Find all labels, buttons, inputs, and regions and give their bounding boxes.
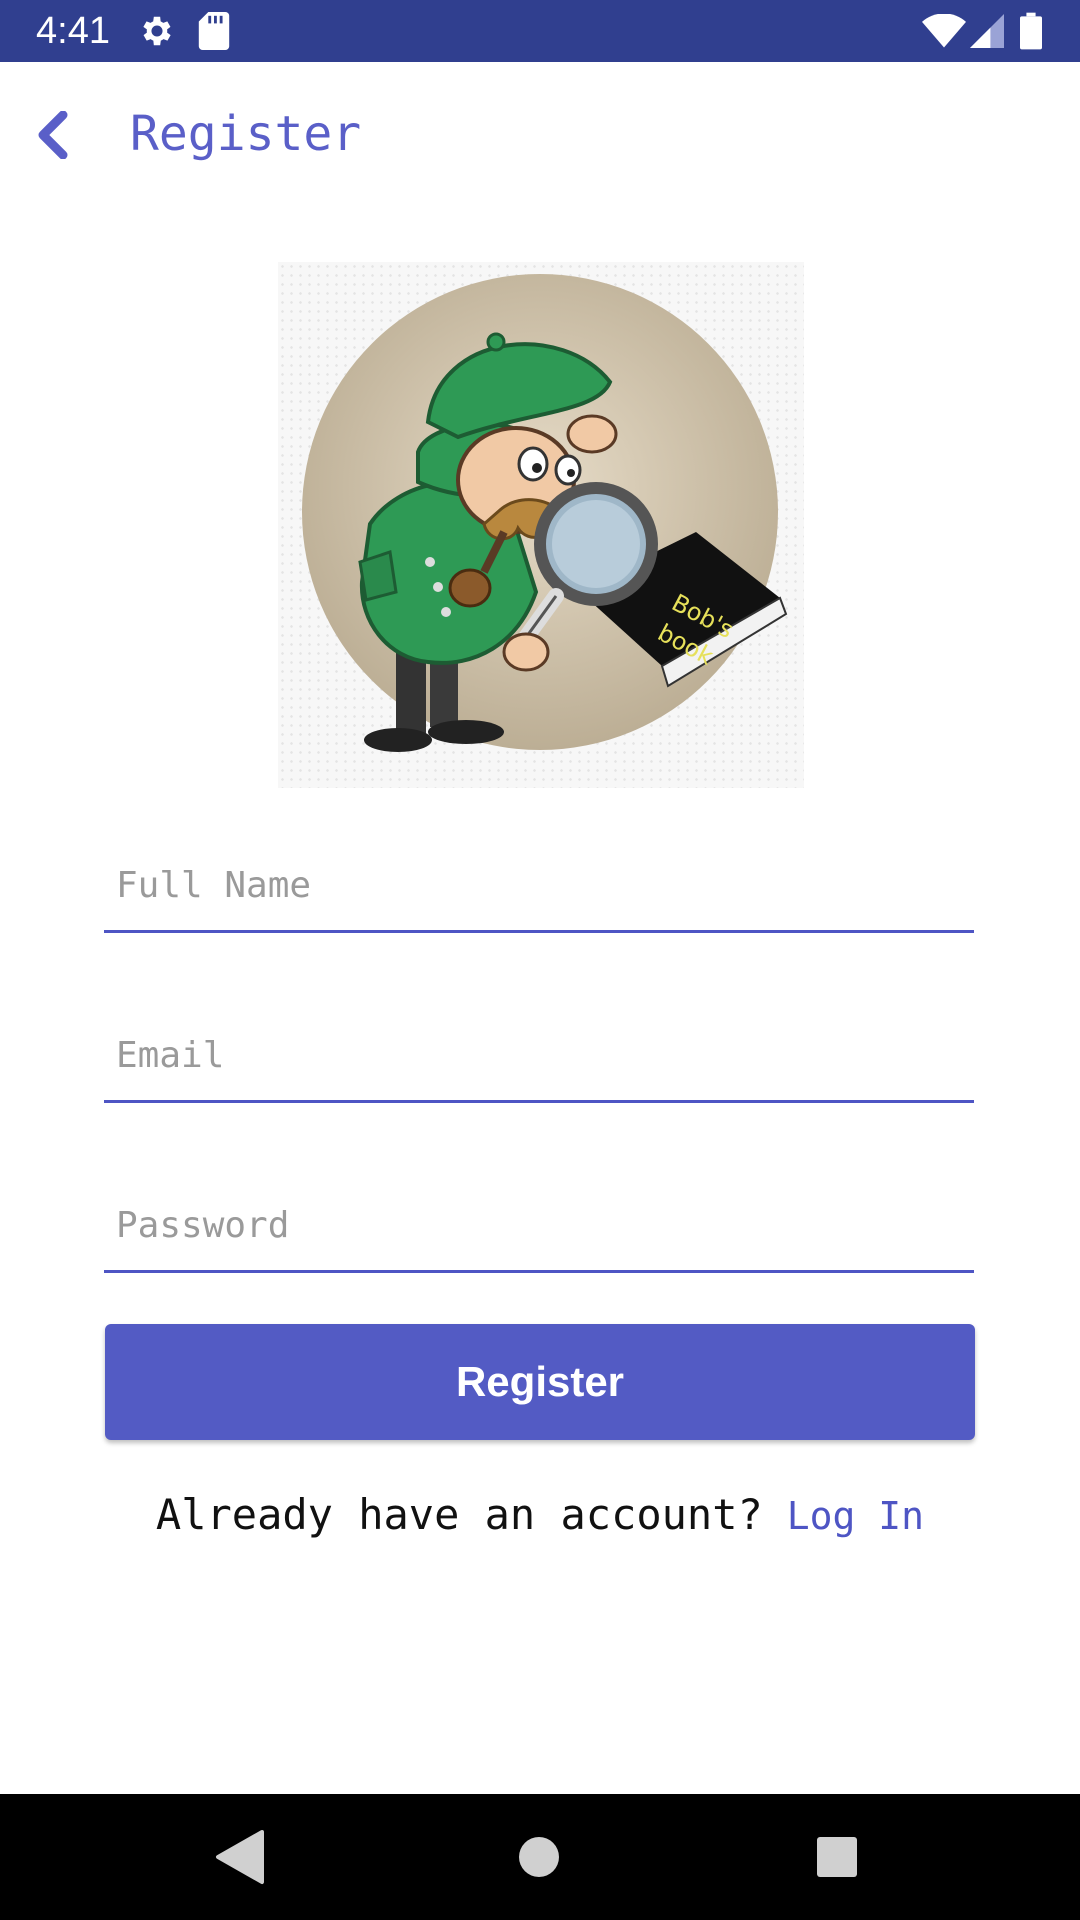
email-input[interactable] — [104, 1010, 974, 1100]
password-field[interactable] — [104, 1180, 974, 1273]
full-name-input[interactable] — [104, 840, 974, 930]
back-triangle-icon — [216, 1830, 264, 1884]
nav-home-button[interactable] — [506, 1824, 572, 1890]
full-name-field[interactable] — [104, 840, 974, 933]
battery-icon — [1020, 12, 1042, 50]
nav-back-button[interactable] — [206, 1824, 272, 1890]
status-time: 4:41 — [36, 10, 110, 52]
chevron-left-icon — [38, 111, 68, 159]
settings-icon — [138, 12, 176, 50]
login-prompt: Already have an account? Log In — [0, 1490, 1080, 1539]
back-button[interactable] — [18, 100, 88, 170]
detective-logo: Bob's book — [278, 262, 804, 788]
page-title: Register — [130, 106, 362, 162]
home-circle-icon — [519, 1837, 559, 1877]
email-field[interactable] — [104, 1010, 974, 1103]
nav-recents-button[interactable] — [804, 1824, 870, 1890]
navigation-bar — [0, 1794, 1080, 1920]
status-bar: 4:41 — [0, 0, 1080, 62]
password-input[interactable] — [104, 1180, 974, 1270]
recents-square-icon — [817, 1837, 857, 1877]
signal-icon — [970, 14, 1004, 52]
sd-card-icon — [198, 12, 230, 50]
login-question: Already have an account? — [155, 1490, 763, 1539]
wifi-icon — [922, 14, 966, 52]
login-link[interactable]: Log In — [787, 1494, 924, 1538]
register-button[interactable]: Register — [105, 1324, 975, 1440]
